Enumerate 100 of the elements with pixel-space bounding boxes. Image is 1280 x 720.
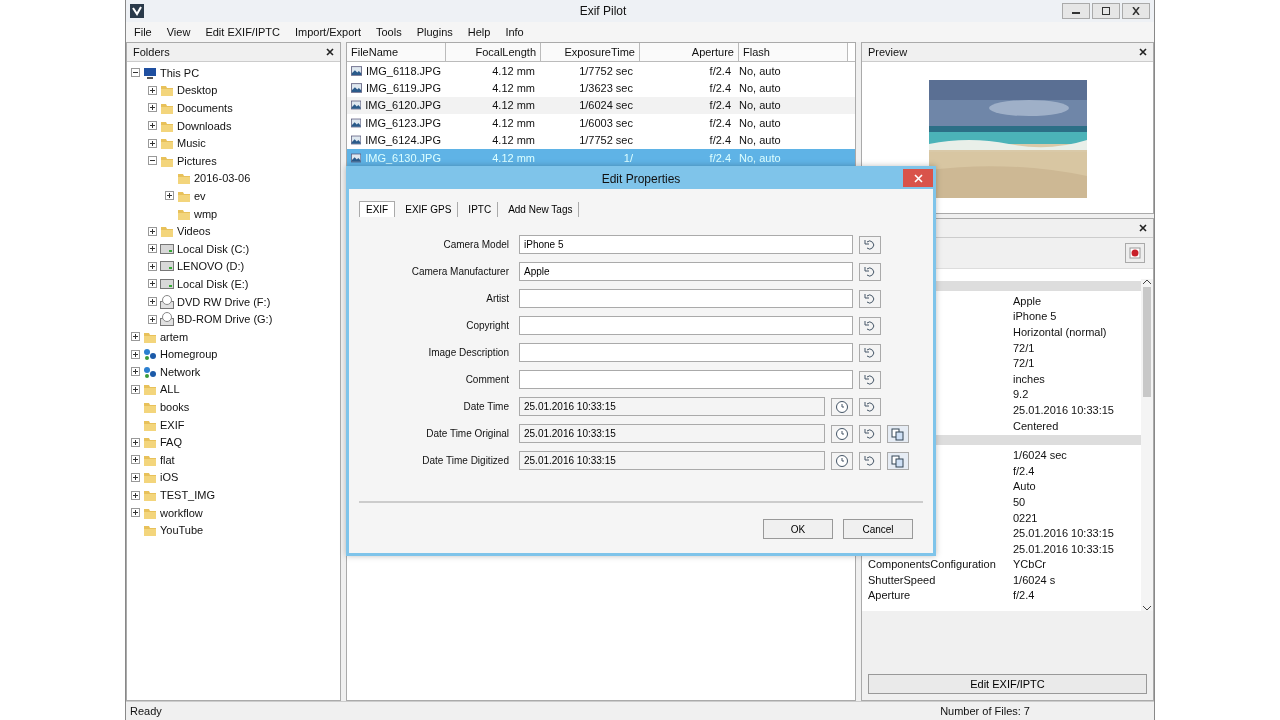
column-header[interactable]: Aperture	[640, 43, 739, 61]
expand-icon[interactable]	[148, 226, 157, 236]
clock-icon[interactable]	[831, 451, 853, 470]
tree-item[interactable]: DVD RW Drive (F:)	[177, 295, 271, 308]
clock-icon[interactable]	[831, 397, 853, 416]
text-field[interactable]	[519, 316, 853, 335]
expand-icon[interactable]	[131, 508, 140, 518]
undo-icon[interactable]	[859, 397, 881, 416]
tree-item[interactable]: Downloads	[177, 119, 232, 132]
tab[interactable]: IPTC	[462, 202, 499, 217]
edit-exif-iptc-button[interactable]: Edit EXIF/IPTC	[868, 674, 1147, 694]
tree-item[interactable]: Videos	[177, 225, 211, 238]
tree-item[interactable]: Homegroup	[160, 348, 218, 361]
undo-icon[interactable]	[859, 343, 881, 362]
expand-icon[interactable]	[131, 349, 140, 359]
tree-item[interactable]: Desktop	[177, 84, 218, 97]
tab[interactable]: Add New Tags	[502, 202, 580, 217]
scroll-down-icon[interactable]	[1143, 605, 1151, 611]
collapse-icon[interactable]	[148, 156, 157, 166]
menu-item[interactable]: Import/Export	[294, 26, 361, 38]
clock-icon[interactable]	[831, 424, 853, 443]
file-row[interactable]: IMG_6123.JPG 4.12 mm 1/6003 sec f/2.4 No, auto	[347, 114, 855, 132]
tree-item[interactable]: Documents	[177, 102, 233, 114]
text-field[interactable]: iPhone 5	[519, 235, 853, 254]
expand-icon[interactable]	[131, 332, 140, 342]
expand-icon[interactable]	[148, 297, 157, 306]
file-row[interactable]: IMG_6119.JPG 4.12 mm 1/3623 sec f/2.4 No, auto	[347, 79, 855, 97]
column-header[interactable]: Flash	[739, 43, 848, 61]
text-field[interactable]	[519, 343, 853, 362]
undo-icon[interactable]	[859, 451, 881, 470]
tree-item[interactable]: ev	[194, 189, 206, 202]
expand-icon[interactable]	[148, 261, 157, 271]
tree-item[interactable]: workflow	[160, 506, 203, 519]
column-header[interactable]: FocalLength	[446, 43, 541, 61]
column-header[interactable]: ExposureTime	[541, 43, 640, 61]
close-button[interactable]	[903, 169, 933, 187]
maximize-button[interactable]	[1092, 3, 1120, 19]
date-time-field[interactable]: 25.01.2016 10:33:15	[519, 424, 825, 443]
close-button[interactable]	[1122, 3, 1150, 19]
scrollbar[interactable]	[1141, 279, 1153, 611]
menu-item[interactable]: Help	[467, 26, 491, 38]
expand-icon[interactable]	[148, 85, 157, 95]
expand-icon[interactable]	[148, 279, 157, 289]
expand-icon[interactable]	[148, 121, 157, 131]
scroll-up-icon[interactable]	[1143, 279, 1151, 285]
tree-item[interactable]: LENOVO (D:)	[177, 260, 245, 273]
tree-item[interactable]: 2016-03-06	[194, 172, 251, 185]
date-time-field[interactable]: 25.01.2016 10:33:15	[519, 451, 825, 470]
tree-item[interactable]: BD-ROM Drive (G:)	[177, 313, 273, 326]
collapse-icon[interactable]	[131, 68, 140, 78]
expand-icon[interactable]	[131, 472, 140, 482]
menu-item[interactable]: Info	[505, 26, 524, 38]
menu-item[interactable]: Edit EXIF/IPTC	[205, 26, 280, 38]
tree-item[interactable]: wmp	[194, 207, 218, 220]
menu-item[interactable]: Tools	[376, 26, 402, 38]
tree-item[interactable]: Pictures	[177, 154, 217, 167]
menu-item[interactable]: Plugins	[416, 26, 453, 38]
expand-icon[interactable]	[131, 437, 140, 447]
delete-tags-button[interactable]	[1125, 243, 1145, 263]
tree-item[interactable]: FAQ	[160, 436, 182, 449]
file-row[interactable]: IMG_6124.JPG 4.12 mm 1/7752 sec f/2.4 No, auto	[347, 131, 855, 149]
tree-item[interactable]: EXIF	[160, 418, 185, 431]
file-row[interactable]: IMG_6118.JPG 4.12 mm 1/7752 sec f/2.4 No, auto	[347, 62, 855, 80]
tree-item[interactable]: ALL	[160, 383, 180, 396]
minimize-button[interactable]	[1062, 3, 1090, 19]
tree-item[interactable]: flat	[160, 453, 175, 466]
ok-button[interactable]: OK	[763, 519, 833, 539]
tab[interactable]: EXIF GPS	[399, 202, 459, 217]
expand-icon[interactable]	[165, 191, 174, 201]
expand-icon[interactable]	[131, 490, 140, 500]
file-row[interactable]: IMG_6120.JPG 4.12 mm 1/6024 sec f/2.4 No, auto	[347, 96, 855, 115]
tree-item[interactable]: iOS	[160, 471, 179, 484]
copy-icon[interactable]	[887, 451, 909, 470]
close-icon[interactable]	[1139, 224, 1147, 232]
undo-icon[interactable]	[859, 316, 881, 335]
expand-icon[interactable]	[148, 244, 157, 254]
expand-icon[interactable]	[131, 385, 140, 394]
expand-icon[interactable]	[148, 314, 157, 324]
close-icon[interactable]	[1139, 48, 1147, 56]
expand-icon[interactable]	[131, 455, 140, 465]
tree-item[interactable]: This PC	[160, 66, 200, 79]
cancel-button[interactable]: Cancel	[843, 519, 913, 539]
tree-item[interactable]: YouTube	[160, 524, 204, 537]
text-field[interactable]	[519, 370, 853, 389]
close-icon[interactable]	[326, 48, 334, 56]
undo-icon[interactable]	[859, 262, 881, 281]
tree-item[interactable]: books	[160, 401, 190, 414]
tab[interactable]: EXIF	[359, 201, 396, 217]
undo-icon[interactable]	[859, 370, 881, 389]
tree-item[interactable]: TEST_IMG	[160, 489, 215, 502]
tree-item[interactable]: Network	[160, 365, 201, 378]
tree-item[interactable]: Music	[177, 137, 206, 150]
menu-item[interactable]: File	[134, 26, 152, 38]
tree-item[interactable]: Local Disk (C:)	[177, 242, 250, 255]
undo-icon[interactable]	[859, 235, 881, 254]
undo-icon[interactable]	[859, 424, 881, 443]
text-field[interactable]	[519, 289, 853, 308]
expand-icon[interactable]	[148, 138, 157, 148]
tree-item[interactable]: Local Disk (E:)	[177, 277, 249, 290]
copy-icon[interactable]	[887, 424, 909, 443]
